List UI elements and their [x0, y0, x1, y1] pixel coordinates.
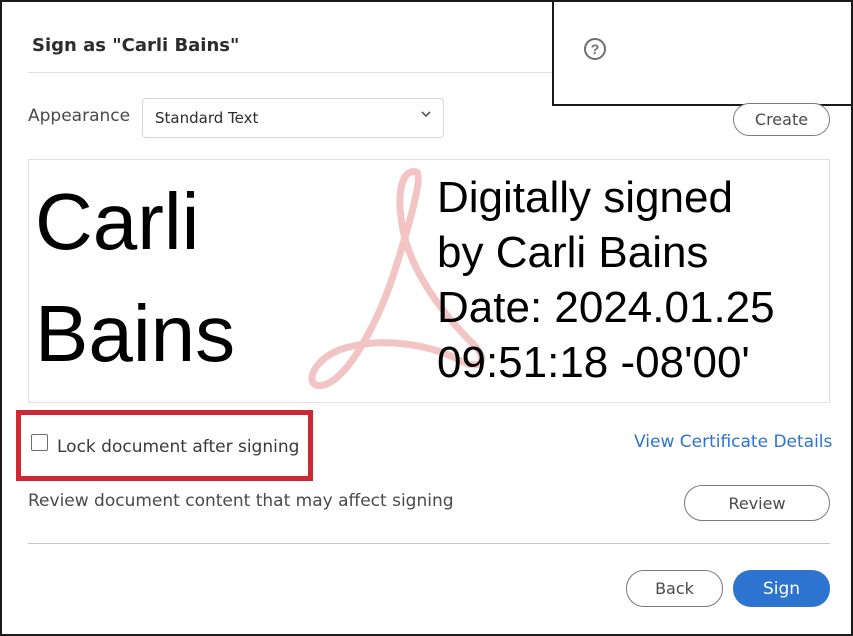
signature-info-line2: by Carli Bains — [437, 228, 709, 277]
help-icon[interactable]: ? — [584, 38, 606, 60]
footer-divider — [28, 543, 830, 544]
dialog-title: Sign as "Carli Bains" — [32, 35, 240, 56]
lock-document-checkbox[interactable] — [31, 434, 48, 451]
appearance-label: Appearance — [28, 106, 131, 126]
title-divider — [28, 72, 554, 73]
signature-info-line3: Date: 2024.01.25 — [437, 283, 775, 332]
lock-document-label[interactable]: Lock document after signing — [57, 437, 299, 457]
review-description: Review document content that may affect … — [28, 491, 454, 511]
appearance-dropdown[interactable]: Standard Text — [142, 98, 444, 138]
sign-button[interactable]: Sign — [733, 570, 830, 607]
signature-name: Carli Bains — [35, 166, 235, 390]
review-button[interactable]: Review — [684, 485, 830, 521]
create-button[interactable]: Create — [733, 103, 830, 136]
signature-name-line2: Bains — [35, 289, 236, 378]
back-button[interactable]: Back — [626, 570, 723, 607]
chevron-down-icon — [421, 111, 431, 118]
appearance-selected-value: Standard Text — [155, 109, 259, 127]
signature-preview: Carli Bains Digitally signed by Carli Ba… — [28, 159, 830, 403]
signature-name-line1: Carli — [35, 177, 200, 266]
signature-info-line1: Digitally signed — [437, 173, 733, 222]
signature-details: Digitally signed by Carli Bains Date: 20… — [437, 170, 775, 390]
signature-info-line4: 09:51:18 -08'00' — [437, 338, 750, 387]
view-certificate-link[interactable]: View Certificate Details — [634, 432, 832, 452]
